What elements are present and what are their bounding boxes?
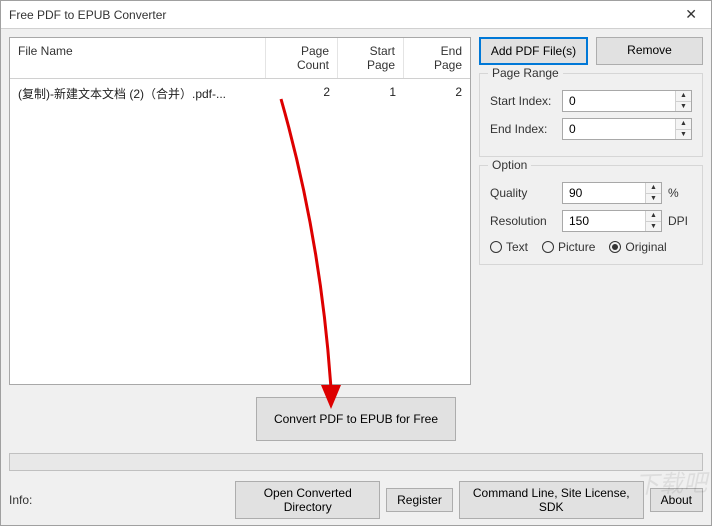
file-table[interactable]: File Name Page Count Start Page End Page… <box>9 37 471 385</box>
spin-up-icon[interactable]: ▲ <box>676 119 691 130</box>
info-label: Info: <box>9 493 229 507</box>
end-index-spinner[interactable]: ▲▼ <box>562 118 692 140</box>
col-startpage[interactable]: Start Page <box>338 38 404 78</box>
start-index-spinner[interactable]: ▲▼ <box>562 90 692 112</box>
progress-bar <box>9 453 703 471</box>
option-group: Option Quality ▲▼ % Resolution ▲▼ <box>479 165 703 265</box>
quality-input[interactable] <box>563 183 645 203</box>
output-mode-radios: Text Picture Original <box>490 240 692 254</box>
close-icon[interactable]: ✕ <box>679 6 703 23</box>
quality-spinner[interactable]: ▲▼ <box>562 182 662 204</box>
end-index-input[interactable] <box>563 119 675 139</box>
spin-down-icon[interactable]: ▼ <box>676 102 691 112</box>
start-index-label: Start Index: <box>490 94 556 108</box>
app-window: Free PDF to EPUB Converter ✕ File Name P… <box>0 0 712 526</box>
col-filename[interactable]: File Name <box>10 38 266 78</box>
table-body: (复制)-新建文本文档 (2)（合并）.pdf-... 2 1 2 <box>10 79 470 384</box>
radio-original[interactable]: Original <box>609 240 666 254</box>
spin-up-icon[interactable]: ▲ <box>646 211 661 222</box>
add-pdf-button[interactable]: Add PDF File(s) <box>479 37 588 65</box>
spin-down-icon[interactable]: ▼ <box>676 130 691 140</box>
spin-down-icon[interactable]: ▼ <box>646 194 661 204</box>
spin-down-icon[interactable]: ▼ <box>646 222 661 232</box>
content-area: File Name Page Count Start Page End Page… <box>1 29 711 525</box>
resolution-label: Resolution <box>490 214 556 228</box>
quality-label: Quality <box>490 186 556 200</box>
resolution-suffix: DPI <box>668 214 692 228</box>
radio-text[interactable]: Text <box>490 240 528 254</box>
start-index-input[interactable] <box>563 91 675 111</box>
cmdline-button[interactable]: Command Line, Site License, SDK <box>459 481 644 519</box>
resolution-spinner[interactable]: ▲▼ <box>562 210 662 232</box>
cell-filename: (复制)-新建文本文档 (2)（合并）.pdf-... <box>10 83 266 104</box>
table-row[interactable]: (复制)-新建文本文档 (2)（合并）.pdf-... 2 1 2 <box>10 79 470 108</box>
cell-pagecount: 2 <box>266 83 338 104</box>
end-index-label: End Index: <box>490 122 556 136</box>
window-title: Free PDF to EPUB Converter <box>9 8 166 22</box>
page-range-title: Page Range <box>488 66 563 80</box>
register-button[interactable]: Register <box>386 488 453 512</box>
resolution-input[interactable] <box>563 211 645 231</box>
quality-suffix: % <box>668 186 692 200</box>
cell-startpage: 1 <box>338 83 404 104</box>
table-header: File Name Page Count Start Page End Page <box>10 38 470 79</box>
col-pagecount[interactable]: Page Count <box>266 38 338 78</box>
col-endpage[interactable]: End Page <box>404 38 470 78</box>
convert-button[interactable]: Convert PDF to EPUB for Free <box>256 397 456 441</box>
spin-up-icon[interactable]: ▲ <box>676 91 691 102</box>
page-range-group: Page Range Start Index: ▲▼ End Index: ▲▼ <box>479 73 703 157</box>
cell-endpage: 2 <box>404 83 470 104</box>
bottom-bar: Info: Open Converted Directory Register … <box>9 481 703 519</box>
option-title: Option <box>488 158 531 172</box>
about-button[interactable]: About <box>650 488 703 512</box>
side-panel: Add PDF File(s) Remove Page Range Start … <box>479 37 703 385</box>
remove-button[interactable]: Remove <box>596 37 703 65</box>
radio-picture[interactable]: Picture <box>542 240 595 254</box>
open-directory-button[interactable]: Open Converted Directory <box>235 481 380 519</box>
spin-up-icon[interactable]: ▲ <box>646 183 661 194</box>
title-bar: Free PDF to EPUB Converter ✕ <box>1 1 711 29</box>
